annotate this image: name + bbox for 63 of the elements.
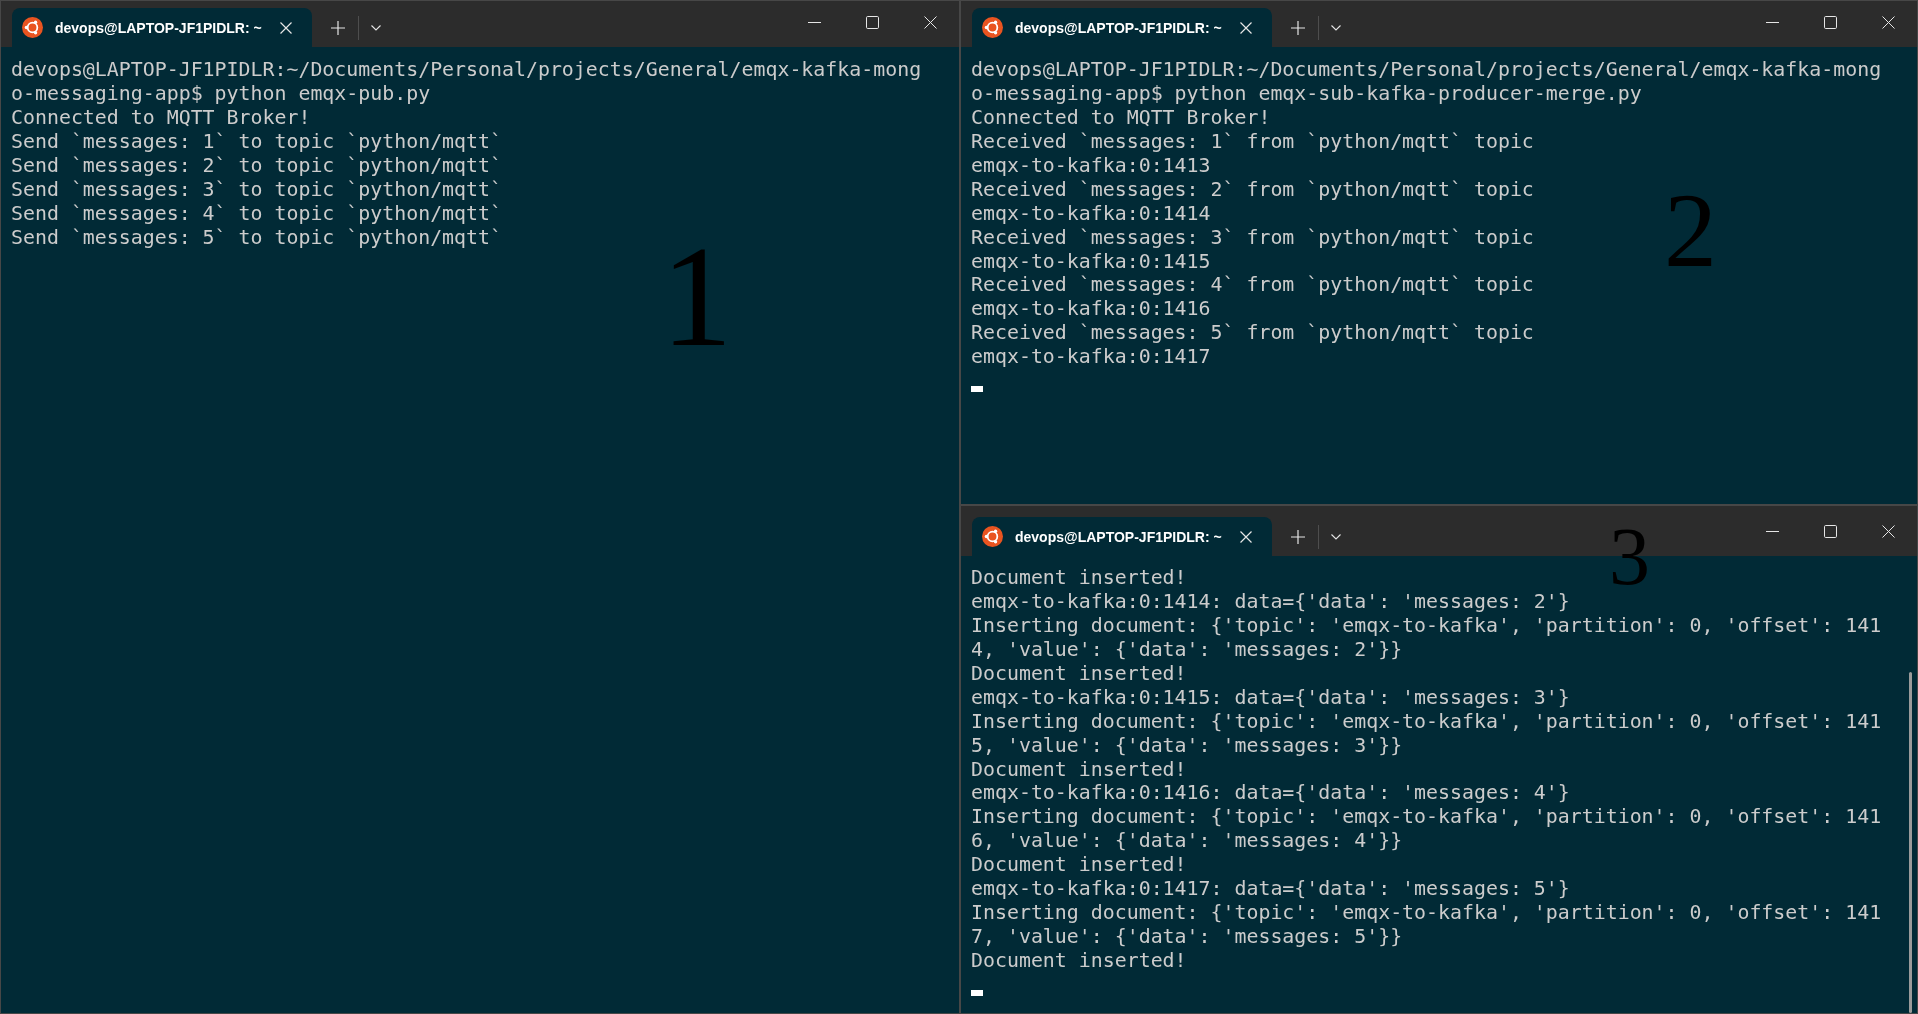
terminal-line: Received `messages: 1` from `python/mqtt` topic — [971, 129, 1534, 154]
terminal-line: Document inserted! — [971, 566, 1187, 590]
maximize-icon — [1823, 15, 1837, 29]
terminal-line: Document inserted! — [971, 661, 1187, 686]
maximize-icon — [865, 15, 879, 29]
close-icon — [1881, 15, 1895, 29]
terminal-line: Document inserted! — [971, 757, 1187, 782]
terminal-line: emqx-to-kafka:0:1416 — [971, 297, 1211, 322]
plus-icon — [1291, 21, 1305, 35]
terminal-line: Connected to MQTT Broker! — [11, 105, 311, 130]
terminal-line: Send `messages: 2` to topic `python/mqtt` — [11, 153, 502, 178]
terminal-line: 6, 'value': {'data': 'messages: 4'}} — [971, 829, 1403, 854]
chevron-down-icon — [1331, 534, 1341, 540]
terminal-line: emqx-to-kafka:0:1414 — [971, 201, 1211, 226]
close-icon — [1240, 21, 1252, 34]
terminal-line: Inserting document: {'topic': 'emqx-to-kafka', 'partition': 0, 'offset': 141 — [971, 901, 1882, 926]
minimize-icon — [807, 21, 821, 23]
terminal-line: Inserting document: {'topic': 'emqx-to-kafka', 'partition': 0, 'offset': 141 — [971, 709, 1882, 734]
terminal-line: Send `messages: 5` to topic `python/mqtt` — [11, 225, 502, 250]
maximize-icon — [1823, 524, 1837, 538]
terminal-line: devops@LAPTOP-JF1PIDLR:~/Documents/Personal/projects/General/emqx-kafka-mong — [11, 58, 922, 82]
terminal-line: emqx-to-kafka:0:1417: data={'data': 'messages: 5'} — [971, 877, 1570, 902]
terminal-line: emqx-to-kafka:0:1413 — [971, 153, 1211, 178]
terminal-line: emqx-to-kafka:0:1415: data={'data': 'messages: 3'} — [971, 685, 1570, 710]
plus-icon — [1291, 530, 1305, 544]
terminal-line: Received `messages: 3` from `python/mqtt` topic — [971, 225, 1534, 250]
chevron-down-icon — [1331, 25, 1341, 31]
terminal-line: o-messaging-app$ python emqx-sub-kafka-producer-merge.py — [971, 81, 1642, 106]
terminal-line: o-messaging-app$ python emqx-pub.py — [11, 81, 431, 106]
terminal-line: Received `messages: 4` from `python/mqtt` topic — [971, 273, 1534, 298]
terminal-tab[interactable]: devops@LAPTOP-JF1PIDLR: ~ — [12, 8, 312, 47]
terminal-line: Send `messages: 4` to topic `python/mqtt` — [11, 201, 502, 226]
close-icon — [1881, 524, 1895, 538]
chevron-down-icon — [371, 25, 381, 31]
terminal-line: 5, 'value': {'data': 'messages: 3'}} — [971, 733, 1403, 758]
terminal-line: emqx-to-kafka:0:1416: data={'data': 'messages: 4'} — [971, 781, 1570, 806]
terminal-line: Inserting document: {'topic': 'emqx-to-kafka', 'partition': 0, 'offset': 141 — [971, 613, 1882, 638]
close-icon — [280, 21, 292, 34]
terminal-line: Document inserted! — [971, 949, 1187, 973]
terminal-line: Received `messages: 5` from `python/mqtt` topic — [971, 321, 1534, 346]
scrollbar-thumb[interactable] — [1909, 672, 1912, 1013]
terminal-line: Send `messages: 1` to topic `python/mqtt` — [11, 129, 502, 154]
plus-icon — [331, 21, 345, 35]
terminal-line: Document inserted! — [971, 853, 1187, 878]
terminal-tab[interactable]: devops@LAPTOP-JF1PIDLR: ~ — [972, 517, 1272, 556]
minimize-icon — [1765, 21, 1779, 23]
logo-icon — [22, 17, 43, 38]
terminal-line: devops@LAPTOP-JF1PIDLR:~/Documents/Personal/projects/General/emqx-kafka-mong — [971, 58, 1882, 82]
logo-icon — [982, 526, 1003, 547]
terminal-line: emqx-to-kafka:0:1417 — [971, 345, 1211, 370]
terminal-line: Received `messages: 2` from `python/mqtt` topic — [971, 177, 1534, 202]
close-icon — [1240, 530, 1252, 543]
terminal-line: emqx-to-kafka:0:1414: data={'data': 'messages: 2'} — [971, 589, 1570, 614]
terminal-line: 7, 'value': {'data': 'messages: 5'}} — [971, 925, 1403, 949]
minimize-icon — [1765, 530, 1779, 532]
terminal-tab[interactable]: devops@LAPTOP-JF1PIDLR: ~ — [972, 8, 1272, 47]
logo-icon — [982, 17, 1003, 38]
terminal-line: Send `messages: 3` to topic `python/mqtt` — [11, 177, 502, 202]
terminal-line: Inserting document: {'topic': 'emqx-to-kafka', 'partition': 0, 'offset': 141 — [971, 805, 1882, 830]
terminal-line: 4, 'value': {'data': 'messages: 2'}} — [971, 637, 1403, 662]
terminal-line: emqx-to-kafka:0:1415 — [971, 249, 1211, 274]
terminal-line: Connected to MQTT Broker! — [971, 105, 1271, 130]
close-icon — [923, 15, 937, 29]
